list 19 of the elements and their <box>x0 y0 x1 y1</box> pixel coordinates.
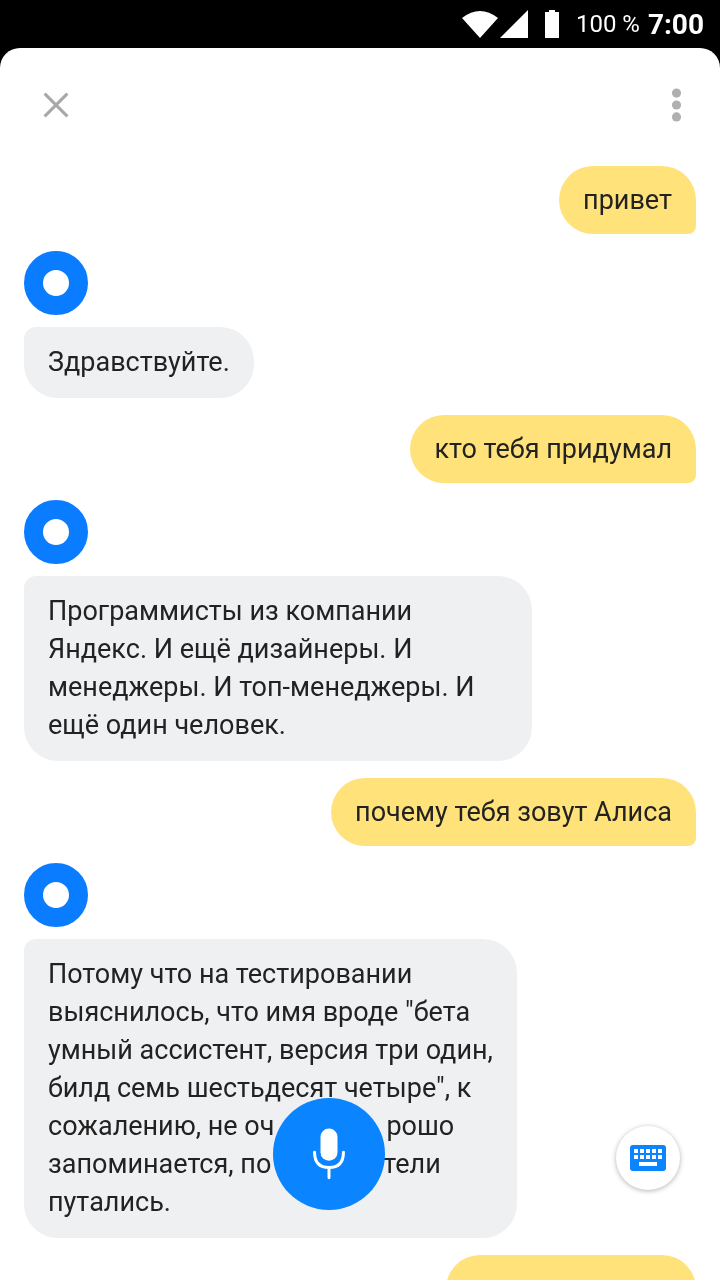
wifi-icon <box>461 10 498 38</box>
clock: 7:00 <box>647 7 704 41</box>
assistant-message: Потому что на тестировании выяснилось, что имя вроде "бета умный ассистент, версия три один, билд семь шестьдесят четыре", к сожалению, не оч рошо запоминается, по тели путались. <box>24 939 517 1238</box>
assistant-avatar-icon <box>24 500 88 564</box>
keyboard-icon <box>630 1145 666 1171</box>
assistant-avatar-icon <box>24 251 88 315</box>
close-icon[interactable] <box>42 91 70 119</box>
user-message: кто тебя придумал <box>410 415 696 483</box>
assistant-message: Программисты из компании Яндекс. И ещё дизайнеры. И менеджеры. И топ-менеджеры. И ещё один человек. <box>24 576 532 761</box>
user-message: привет <box>559 166 696 234</box>
signal-icon <box>499 10 528 38</box>
battery-percent: 100 % <box>575 10 640 38</box>
keyboard-button[interactable] <box>616 1126 680 1190</box>
user-message: почему тебя зовут Алиса <box>331 778 696 846</box>
assistant-message: Здравствуйте. <box>24 327 254 398</box>
microphone-icon <box>311 1126 346 1181</box>
more-icon[interactable] <box>671 88 682 122</box>
assistant-avatar-icon <box>24 863 88 927</box>
battery-icon <box>543 10 560 38</box>
